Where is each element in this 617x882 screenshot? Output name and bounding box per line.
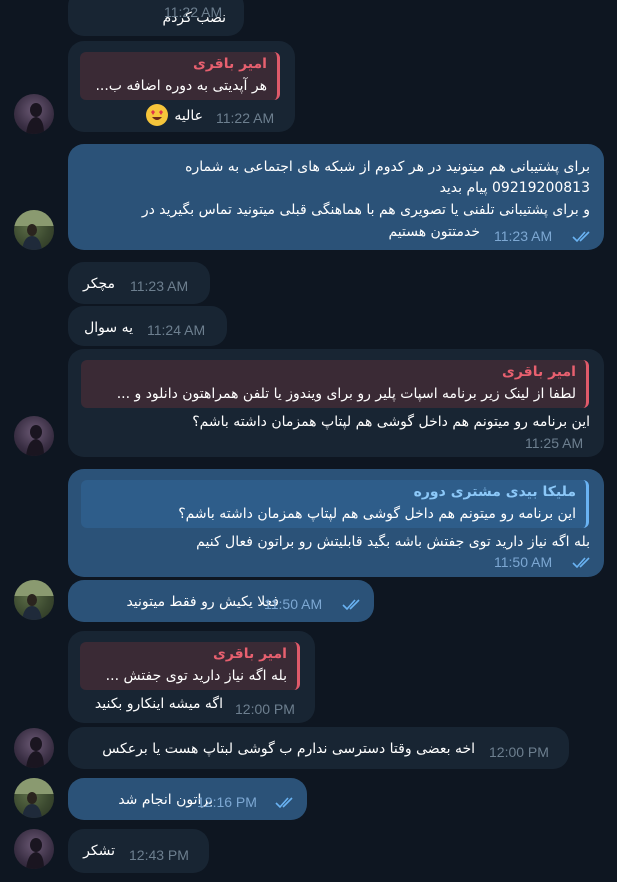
message-bubble-incoming[interactable]: امیر باقری بله اگه نیاز دارید توی جفتش .…: [68, 631, 315, 723]
message-time: 11:50 AM: [264, 596, 323, 612]
reply-author-name: امیر باقری: [502, 364, 576, 380]
message-bubble-incoming[interactable]: نصب کردم 11:22 AM: [68, 0, 244, 36]
user-avatar[interactable]: [14, 94, 54, 134]
message-time: 11:23 AM: [130, 278, 189, 294]
reply-preview[interactable]: ملیکا بیدی مشتری دوره این برنامه رو میتو…: [81, 480, 589, 528]
reply-author-name: امیر باقری: [213, 646, 287, 662]
reply-preview[interactable]: امیر باقری بله اگه نیاز دارید توی جفتش .…: [80, 642, 300, 690]
user-avatar[interactable]: [14, 829, 54, 869]
message-time: 12:16 PM: [197, 794, 257, 810]
message-bubble-outgoing[interactable]: ملیکا بیدی مشتری دوره این برنامه رو میتو…: [68, 469, 604, 577]
user-avatar[interactable]: [14, 728, 54, 768]
message-time: 11:50 AM: [494, 554, 553, 570]
message-time: 11:22 AM: [164, 4, 223, 20]
reply-text: بله اگه نیاز دارید توی جفتش ...: [105, 668, 287, 684]
message-text: یه سوال: [84, 320, 133, 336]
message-time: 11:24 AM: [147, 322, 206, 338]
smiling-face-heart-eyes-icon: [146, 104, 168, 126]
message-text: مچکر: [83, 276, 115, 292]
message-text: تشکر: [83, 843, 115, 859]
message-text-line: خدمتتون هستیم: [388, 224, 480, 240]
user-avatar[interactable]: [14, 416, 54, 456]
message-bubble-incoming[interactable]: مچکر 11:23 AM: [68, 262, 210, 304]
message-bubble-incoming[interactable]: یه سوال 11:24 AM: [68, 306, 227, 346]
message-time: 11:25 AM: [525, 435, 584, 451]
message-bubble-incoming[interactable]: تشکر 12:43 PM: [68, 829, 209, 873]
message-time: 12:00 PM: [235, 701, 295, 717]
double-check-icon: [342, 599, 360, 611]
reply-preview[interactable]: امیر باقری لطفا از لینک زیر برنامه اسپات…: [81, 360, 589, 408]
message-text: اخه بعضی وقتا دسترسی ندارم ب گوشی لبتاپ …: [102, 741, 475, 757]
double-check-icon: [275, 797, 293, 809]
reply-text: لطفا از لینک زیر برنامه اسپات پلیر رو بر…: [116, 386, 576, 402]
message-text: اگه میشه اینکارو بکنید: [94, 696, 223, 712]
message-bubble-outgoing[interactable]: فعلا یکیش رو فقط میتونید 11:50 AM: [68, 580, 374, 622]
message-bubble-incoming[interactable]: امیر باقری لطفا از لینک زیر برنامه اسپات…: [68, 349, 604, 457]
message-text: عالیه: [174, 108, 203, 124]
user-avatar[interactable]: [14, 210, 54, 250]
double-check-icon: [572, 557, 590, 569]
reply-preview[interactable]: امیر باقری هر آپدیتی به دوره اضافه ب...: [80, 52, 280, 100]
reply-text: این برنامه رو میتونم هم داخل گوشی هم لپت…: [178, 506, 576, 522]
message-text: فعلا یکیش رو فقط میتونید: [126, 594, 279, 610]
user-avatar[interactable]: [14, 778, 54, 818]
message-bubble-incoming[interactable]: امیر باقری هر آپدیتی به دوره اضافه ب... …: [68, 41, 295, 132]
message-time: 12:43 PM: [129, 847, 189, 863]
reply-text: هر آپدیتی به دوره اضافه ب...: [95, 78, 267, 94]
message-time: 11:22 AM: [216, 110, 275, 126]
message-bubble-outgoing[interactable]: برای پشتیبانی هم میتونید در هر کدوم از ش…: [68, 144, 604, 250]
user-avatar[interactable]: [14, 580, 54, 620]
message-text-line: برای پشتیبانی هم میتونید در هر کدوم از ش…: [185, 159, 590, 175]
message-bubble-outgoing[interactable]: براتون انجام شد 12:16 PM: [68, 778, 307, 820]
reply-author-name: امیر باقری: [193, 56, 267, 72]
message-text: این برنامه رو میتونم هم داخل گوشی هم لپت…: [192, 414, 590, 430]
message-text-line: و برای پشتیبانی تلفنی یا تصویری هم با هم…: [141, 202, 590, 218]
reply-author-name: ملیکا بیدی مشتری دوره: [413, 484, 576, 500]
message-text-line: 09219200813 پیام بدید: [439, 180, 590, 196]
message-time: 11:23 AM: [494, 228, 553, 244]
double-check-icon: [572, 231, 590, 243]
message-text: بله اگه نیاز دارید توی جفتش باشه بگید قا…: [196, 534, 590, 550]
message-bubble-incoming[interactable]: اخه بعضی وقتا دسترسی ندارم ب گوشی لبتاپ …: [68, 727, 569, 769]
message-time: 12:00 PM: [489, 744, 549, 760]
